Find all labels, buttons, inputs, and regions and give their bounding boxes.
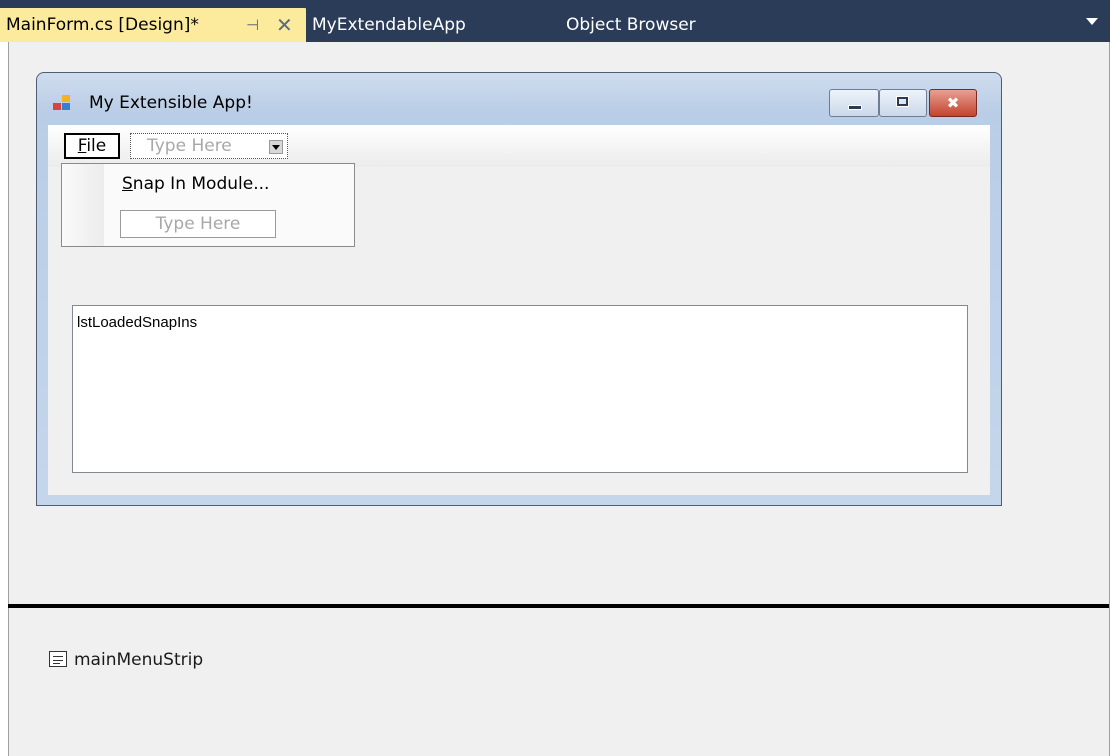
file-dropdown-menu: Snap In Module... Type Here	[61, 163, 355, 247]
tab-object-browser[interactable]: Object Browser	[566, 8, 696, 42]
minimize-button[interactable]	[829, 89, 879, 117]
tab-mainform-design[interactable]: MainForm.cs [Design]* ⊣ ✕	[0, 8, 306, 42]
tab-label: MainForm.cs [Design]*	[6, 15, 199, 35]
close-tab-icon[interactable]: ✕	[276, 8, 293, 42]
form-client-area: File Type Here Snap In Module... Type He…	[48, 125, 990, 495]
tray-item-label: mainMenuStrip	[74, 650, 204, 670]
tab-myextendableapp[interactable]: MyExtendableApp	[312, 8, 466, 42]
listbox-name-label: lstLoadedSnapIns	[77, 314, 198, 331]
snap-mnemonic: S	[122, 174, 133, 194]
tab-overflow-dropdown-icon[interactable]	[1086, 18, 1098, 25]
close-icon: ✖	[946, 94, 960, 112]
menu-type-here-label: Type Here	[147, 136, 232, 156]
snap-label: nap In Module...	[132, 174, 270, 194]
maximize-icon	[896, 96, 909, 107]
component-tray: mainMenuStrip	[9, 608, 1109, 756]
menu-image-margin	[62, 164, 104, 246]
minimize-icon	[848, 105, 862, 110]
menu-type-here-box[interactable]: Type Here	[130, 133, 288, 159]
menustrip-icon	[49, 651, 67, 667]
document-tab-strip: MainForm.cs [Design]* ⊣ ✕ MyExtendableAp…	[0, 0, 1110, 42]
listbox-loaded-snapins[interactable]: lstLoadedSnapIns	[72, 305, 968, 473]
dropdown-type-here-box[interactable]: Type Here	[120, 210, 276, 238]
menu-item-file[interactable]: File	[64, 133, 120, 159]
tab-label: Object Browser	[566, 15, 696, 35]
file-label: ile	[86, 136, 107, 156]
form-title: My Extensible App!	[89, 93, 253, 113]
tab-label: MyExtendableApp	[312, 15, 466, 35]
app-icon	[53, 95, 71, 111]
pin-icon[interactable]: ⊣	[246, 8, 259, 42]
main-menu-strip: File Type Here	[48, 125, 990, 167]
dropdown-arrow-icon[interactable]	[269, 140, 283, 154]
form-window[interactable]: My Extensible App! ✖ File Type Here Snap…	[36, 72, 1002, 506]
maximize-button[interactable]	[879, 89, 927, 117]
close-window-button[interactable]: ✖	[929, 89, 977, 117]
tray-item-mainmenustrip[interactable]: mainMenuStrip	[49, 648, 203, 672]
menu-item-snap-in-module[interactable]: Snap In Module...	[122, 174, 269, 194]
